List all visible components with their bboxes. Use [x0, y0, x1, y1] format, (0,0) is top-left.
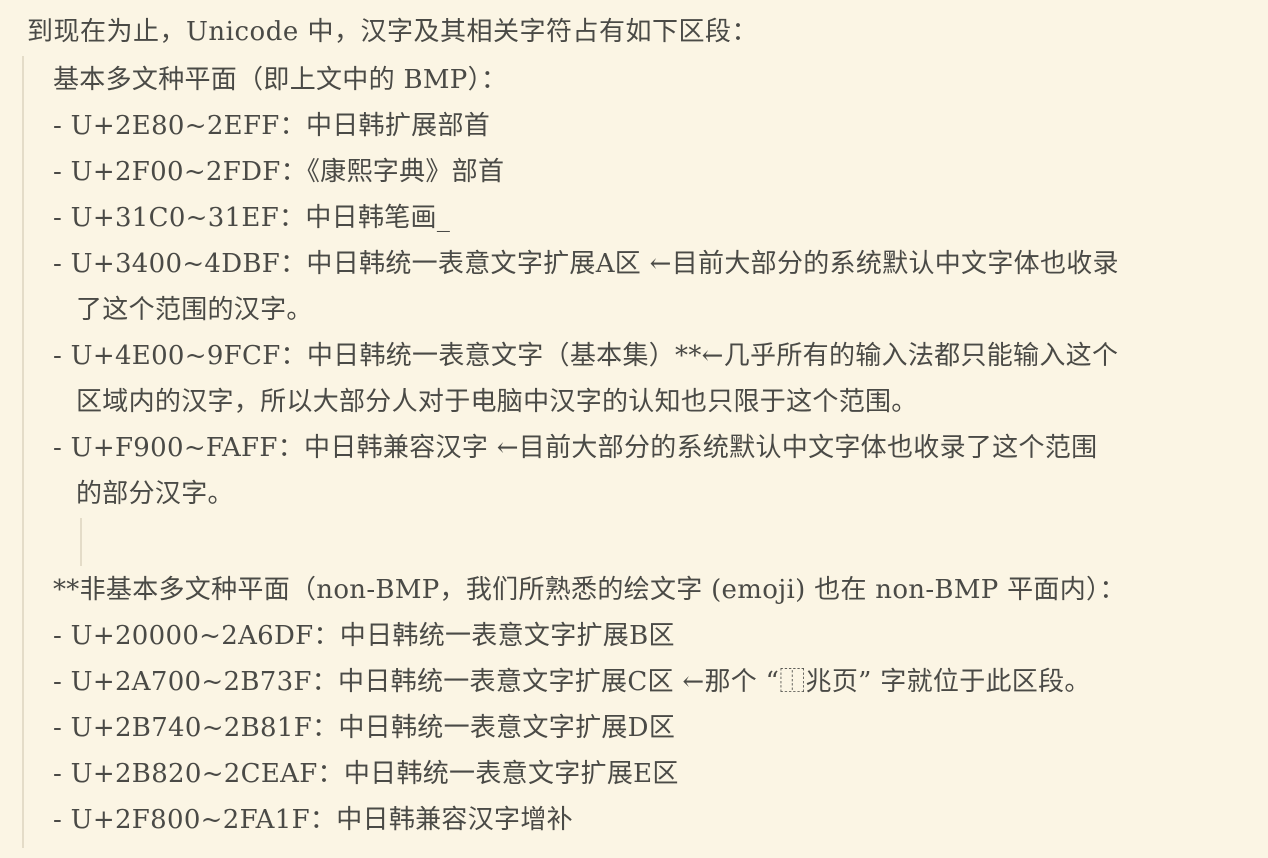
non-bmp-item-ext-c: - U+2A700~2B73F：中日韩统一表意文字扩展C区 ←那个 “⿰兆页” …: [53, 667, 1091, 697]
bmp-item-basic-set: - U+4E00~9FCF：中日韩统一表意文字（基本集）**←几乎所有的输入法都…: [53, 341, 1119, 371]
non-bmp-item-ext-b: - U+20000~2A6DF：中日韩统一表意文字扩展B区: [53, 621, 675, 651]
bmp-item-strokes: - U+31C0~31EF：中日韩笔画_: [53, 203, 451, 233]
blockquote: 基本多文种平面（即上文中的 BMP）： - U+2E80~2EFF：中日韩扩展部…: [22, 56, 1264, 848]
non-bmp-item-ext-d: - U+2B740~2B81F：中日韩统一表意文字扩展D区: [53, 713, 676, 743]
bmp-item-kangxi-radicals: - U+2F00~2FDF：《康熙字典》部首: [53, 157, 505, 187]
non-bmp-heading: **非基本多文种平面（non-BMP，我们所熟悉的绘文字 (emoji) 也在 …: [53, 575, 1126, 605]
non-bmp-item-compat-supplement: - U+2F800~2FA1F：中日韩兼容汉字增补: [53, 805, 573, 835]
nested-quote-divider: [80, 518, 82, 566]
bmp-heading: 基本多文种平面（即上文中的 BMP）：: [53, 65, 508, 95]
bmp-item-basic-set-continued: 区域内的汉字，所以大部分人对于电脑中汉字的认知也只限于这个范围。: [76, 387, 918, 417]
bmp-item-radicals-supplement: - U+2E80~2EFF：中日韩扩展部首: [53, 111, 491, 141]
bmp-item-compatibility-continued: 的部分汉字。: [76, 479, 234, 509]
bmp-item-ext-a: - U+3400~4DBF：中日韩统一表意文字扩展A区 ←目前大部分的系统默认中…: [53, 249, 1119, 279]
bmp-item-compatibility: - U+F900~FAFF：中日韩兼容汉字 ←目前大部分的系统默认中文字体也收录…: [53, 433, 1098, 463]
non-bmp-item-ext-e: - U+2B820~2CEAF：中日韩统一表意文字扩展E区: [53, 759, 679, 789]
intro-text: 到现在为止，Unicode 中，汉字及其相关字符占有如下区段：: [27, 17, 758, 47]
bmp-item-ext-a-continued: 了这个范围的汉字。: [76, 295, 313, 325]
